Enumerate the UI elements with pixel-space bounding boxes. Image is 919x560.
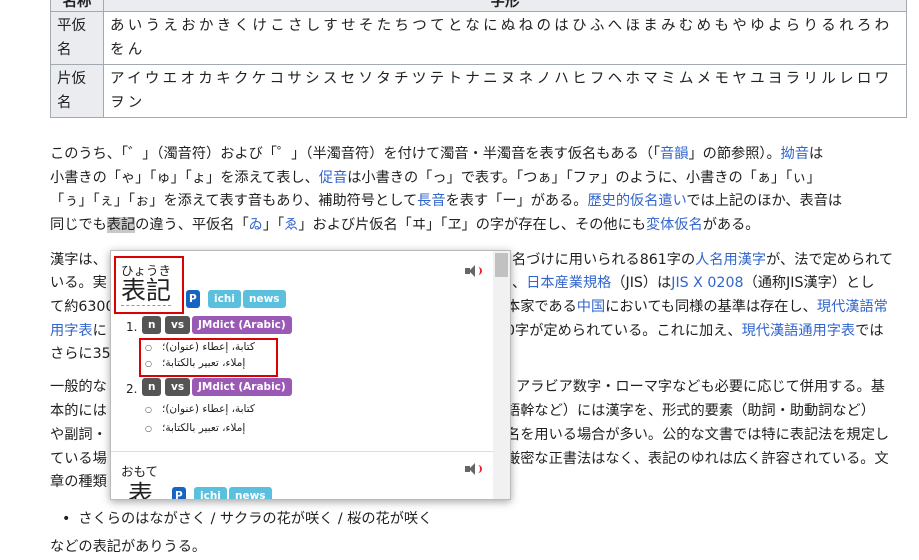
tag-ichi: ichi <box>194 487 227 499</box>
link-youon[interactable]: 拗音 <box>781 146 809 162</box>
tag-priority: P <box>172 487 186 499</box>
table-row: 片仮名 アイウエオカキクケコサシスセソタチツテトナニヌネノハヒフヘホマミムメモヤ… <box>50 64 907 118</box>
link-hentai[interactable]: 変体仮名 <box>646 217 703 233</box>
tag-pos-verb: vs <box>165 316 191 334</box>
kana-table: 名称 字形 平仮名 あいうえおかきくけこさしすせそたちつてとなにぬねのはひふへほ… <box>50 0 907 118</box>
entry-divider <box>111 451 493 452</box>
row-label: 平仮名 <box>50 11 104 65</box>
entry-kanji[interactable]: 表 <box>128 475 153 499</box>
row-value: あいうえおかきくけこさしすせそたちつてとなにぬねのはひふへほまみむめもやゆよらり… <box>103 11 907 65</box>
table-row: 平仮名 あいうえおかきくけこさしすせそたちつてとなにぬねのはひふへほまみむめもや… <box>50 11 907 65</box>
tag-priority: P <box>186 290 200 308</box>
speaker-icon[interactable] <box>465 265 482 277</box>
tag-dictionary: JMdict (Arabic) <box>192 378 292 396</box>
paragraph-kana: このうち、「゛」（濁音符）および「゜」（半濁音符）を付けて濁音・半濁音を表す仮名… <box>50 146 843 233</box>
link-xiandai-2[interactable]: 用字表 <box>50 323 93 339</box>
link-tongyong[interactable]: 現代漢語通用字表 <box>742 323 856 339</box>
speaker-icon[interactable] <box>465 463 482 475</box>
row-value: アイウエオカキクケコサシスセソタチツテトナニヌネノハヒフヘホマミムメモヤユヨラリ… <box>103 64 907 118</box>
dictionary-popup[interactable]: ひょうき 表記 P ichi news 1. n vs JMdict (Arab… <box>110 250 511 500</box>
tag-ichi: ichi <box>208 290 241 308</box>
sense-number: 1. <box>126 320 138 334</box>
link-jinmei[interactable]: 人名用漢字 <box>695 252 766 268</box>
tag-news: news <box>243 290 286 308</box>
link-onin[interactable]: 音韻 <box>660 146 688 162</box>
tag-pos-noun: n <box>142 378 162 396</box>
paragraph-after: などの表記がありうる。 <box>50 539 207 555</box>
link-china[interactable]: 中国 <box>577 299 605 315</box>
gloss-item: كتابة، إعطاء (عنوان)؛ <box>145 403 255 415</box>
tag-dictionary: JMdict (Arabic) <box>192 316 292 334</box>
selected-text[interactable]: 表記 <box>106 216 136 233</box>
tag-pos-verb: vs <box>165 378 191 396</box>
entry-kanji[interactable]: 表記 <box>121 276 172 306</box>
tag-pos-noun: n <box>142 316 162 334</box>
link-rekishi[interactable]: 歴史的仮名遣い <box>587 193 686 209</box>
table-header-name: 名称 <box>50 0 104 12</box>
gloss-item: إملاء، تعبير بالكتابة؛ <box>145 357 245 369</box>
scrollbar-thumb[interactable] <box>495 253 508 277</box>
link-wi[interactable]: ゐ <box>249 217 263 233</box>
gloss-item: كتابة، إعطاء (عنوان)؛ <box>145 341 255 353</box>
popup-scrollbar[interactable] <box>493 251 510 499</box>
link-sokuon[interactable]: 促音 <box>319 170 347 186</box>
gloss-item: إملاء، تعبير بالكتابة؛ <box>145 422 245 434</box>
link-we[interactable]: ゑ <box>284 217 298 233</box>
table-header-glyph: 字形 <box>103 0 907 12</box>
link-jis[interactable]: 日本産業規格 <box>526 275 611 291</box>
link-xiandai[interactable]: 現代漢語常 <box>817 299 888 315</box>
link-jisx[interactable]: JIS X 0208 <box>671 275 743 291</box>
sense-number: 2. <box>126 382 138 396</box>
bullet-item: さくらのはながさく / サクラの花が咲く / 桜の花が咲く <box>62 508 432 528</box>
link-chouon[interactable]: 長音 <box>417 193 445 209</box>
tag-news: news <box>229 487 272 499</box>
row-label: 片仮名 <box>50 64 104 118</box>
